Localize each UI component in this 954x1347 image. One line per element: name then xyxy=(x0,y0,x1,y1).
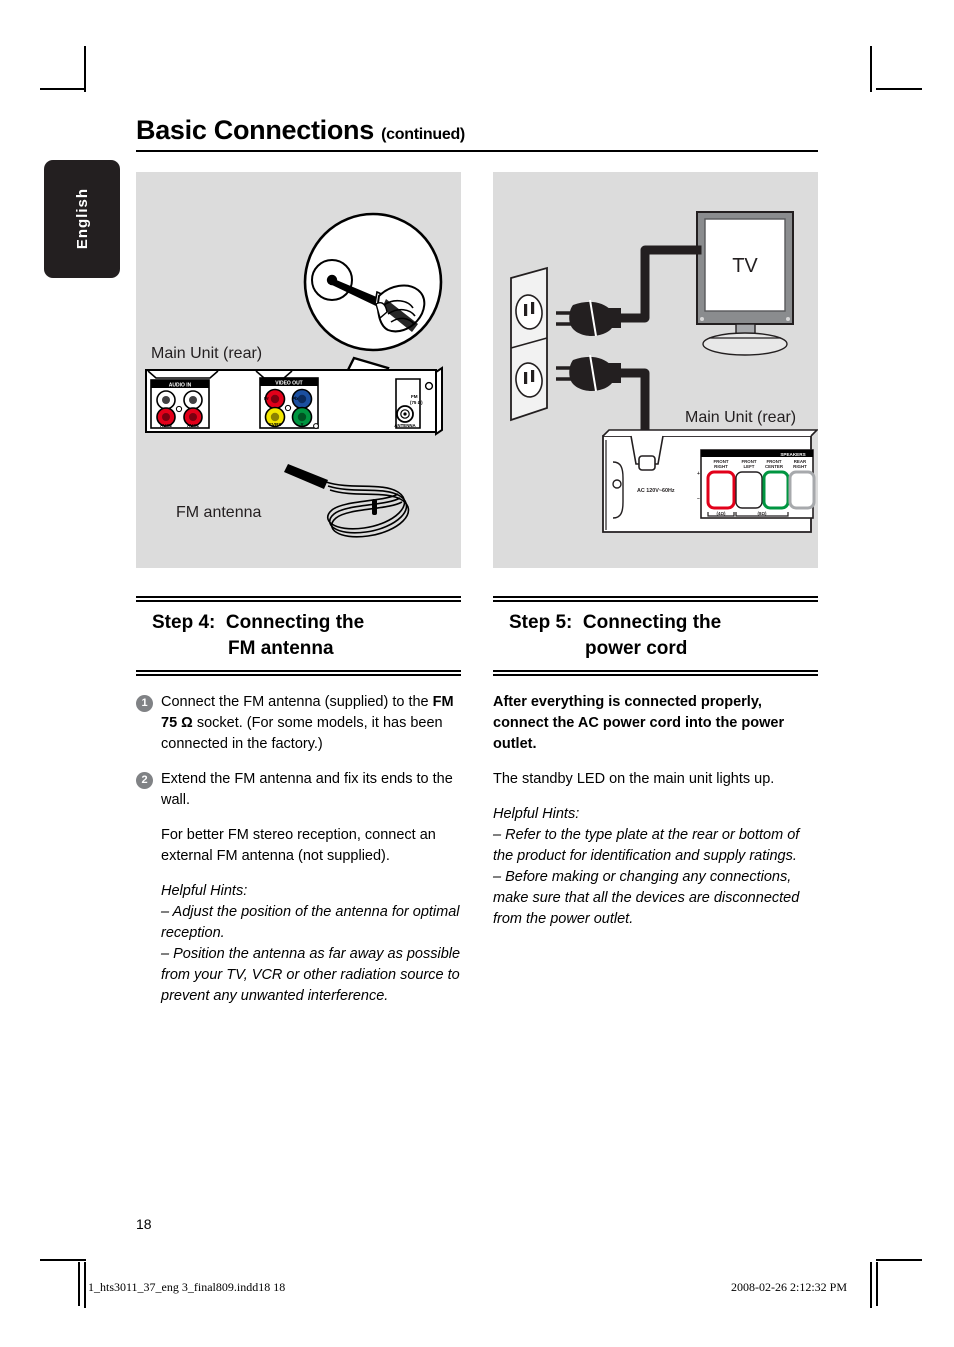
list-item: 1 Connect the FM antenna (supplied) to t… xyxy=(136,692,461,755)
svg-text:AUDIO IN: AUDIO IN xyxy=(169,383,192,389)
svg-text:VIDEO OUT: VIDEO OUT xyxy=(275,381,303,387)
svg-text:FM antenna: FM antenna xyxy=(176,504,261,521)
page-header: Basic Connections (continued) xyxy=(136,115,818,146)
step4-item-1-after: socket. (For some models, it has been co… xyxy=(161,715,443,752)
svg-text:Y: Y xyxy=(300,422,303,427)
step4-bullet-1: 1 xyxy=(136,695,153,712)
page-number: 18 xyxy=(136,1216,152,1232)
list-item: 2 Extend the FM antenna and fix its ends… xyxy=(136,769,461,811)
svg-text:CVBS: CVBS xyxy=(269,422,282,427)
crop-mark-top-right-vertical xyxy=(870,46,872,92)
svg-text:(75 Ω): (75 Ω) xyxy=(410,400,423,405)
header-divider xyxy=(136,150,818,152)
footer-filename: 1_hts3011_37_eng 3_final809.indd18 18 xyxy=(88,1280,286,1294)
crop-mark-bottom-left-vertical xyxy=(84,1262,86,1308)
svg-text:SPEAKERS: SPEAKERS xyxy=(780,452,805,457)
crop-mark-top-right-horizontal xyxy=(876,88,922,90)
step5-title: Step 5: Connecting the power cord xyxy=(493,602,818,670)
step4-label: Step 4: xyxy=(152,612,216,633)
svg-text:FM: FM xyxy=(411,394,418,399)
svg-text:+: + xyxy=(697,471,700,477)
figure-fm-antenna-connection: Main Unit (rear) AUDIO IN AUX2 AUX1 VIDE… xyxy=(136,172,461,568)
crop-mark-bottom-right-vertical xyxy=(870,1262,872,1308)
step5-title-line2: power cord xyxy=(585,638,688,659)
svg-text:–: – xyxy=(697,496,700,502)
crop-mark-top-left-vertical xyxy=(84,46,86,92)
svg-text:AUX2: AUX2 xyxy=(160,423,173,428)
svg-text:RIGHT: RIGHT xyxy=(714,464,728,469)
step5-hints-title: Helpful Hints: xyxy=(493,806,580,822)
step4-item-1-text: Connect the FM antenna (supplied) to the… xyxy=(161,692,461,755)
step4-item-1-before: Connect the FM antenna (supplied) to the xyxy=(161,694,433,710)
step4-hints-title: Helpful Hints: xyxy=(161,883,248,899)
svg-text:CENTER: CENTER xyxy=(765,464,784,469)
step4-bullet-2: 2 xyxy=(136,772,153,789)
step4-hints: Helpful Hints: – Adjust the position of … xyxy=(161,881,461,1007)
svg-text:TV: TV xyxy=(732,255,758,277)
step4-rule-bottom xyxy=(136,670,461,676)
crop-mark-bottom-right-horizontal xyxy=(876,1259,922,1261)
language-tab: English xyxy=(44,160,120,278)
step4-paragraph: For better FM stereo reception, connect … xyxy=(161,827,436,864)
step5-column: Step 5: Connecting the power cord After … xyxy=(493,596,818,930)
step5-paragraph: The standby LED on the main unit lights … xyxy=(493,771,775,787)
step4-column: Step 4: Connecting the FM antenna 1 Conn… xyxy=(136,596,461,1007)
page-title-continued: (continued) xyxy=(381,126,465,143)
step4-hint-2: – Position the antenna as far away as po… xyxy=(161,946,461,1004)
step4-body: 1 Connect the FM antenna (supplied) to t… xyxy=(136,692,461,1007)
step5-body: The standby LED on the main unit lights … xyxy=(493,769,818,930)
svg-text:Main Unit (rear): Main Unit (rear) xyxy=(151,345,262,362)
step5-label: Step 5: xyxy=(509,612,573,633)
crop-mark-bottom-left-horizontal xyxy=(40,1259,86,1261)
svg-text:AC 120V~60Hz: AC 120V~60Hz xyxy=(637,488,675,494)
svg-text:Pb: Pb xyxy=(292,396,298,401)
step5-hint-1: – Refer to the type plate at the rear or… xyxy=(493,827,800,864)
step5-rule-bottom xyxy=(493,670,818,676)
step4-item-2-text: Extend the FM antenna and fix its ends t… xyxy=(161,771,453,808)
svg-text:(8Ω): (8Ω) xyxy=(758,511,767,516)
footer-rule-left xyxy=(78,1262,80,1306)
svg-text:ANTENNA: ANTENNA xyxy=(394,423,416,428)
svg-text:LEFT: LEFT xyxy=(744,464,755,469)
footer-timestamp: 2008-02-26 2:12:32 PM xyxy=(731,1280,848,1294)
page-title-main: Basic Connections xyxy=(136,115,374,145)
step5-hint-2: – Before making or changing any connecti… xyxy=(493,869,800,927)
step5-bold-paragraph: After everything is connected properly, … xyxy=(493,694,785,752)
page-title: Basic Connections (continued) xyxy=(136,115,818,146)
svg-text:Pr: Pr xyxy=(264,396,269,401)
language-tab-label: English xyxy=(73,188,91,250)
step4-hint-1: – Adjust the position of the antenna for… xyxy=(161,904,460,941)
step4-title-line1: Connecting the xyxy=(225,612,365,633)
step5-title-line1: Connecting the xyxy=(582,612,722,633)
crop-mark-top-left-horizontal xyxy=(40,88,86,90)
figure-power-cord-connection: TV Main Unit (rear) AC 120V~60Hz SPEAKER… xyxy=(493,172,818,568)
svg-text:(4Ω): (4Ω) xyxy=(717,511,726,516)
svg-text:Main Unit (rear): Main Unit (rear) xyxy=(685,409,796,426)
svg-text:RIGHT: RIGHT xyxy=(793,464,807,469)
step4-title: Step 4: Connecting the FM antenna xyxy=(136,602,461,670)
footer-rule-right xyxy=(876,1262,878,1306)
step4-title-line2: FM antenna xyxy=(228,638,334,659)
step5-hints: Helpful Hints: – Refer to the type plate… xyxy=(493,804,818,930)
svg-text:AUX1: AUX1 xyxy=(187,423,200,428)
